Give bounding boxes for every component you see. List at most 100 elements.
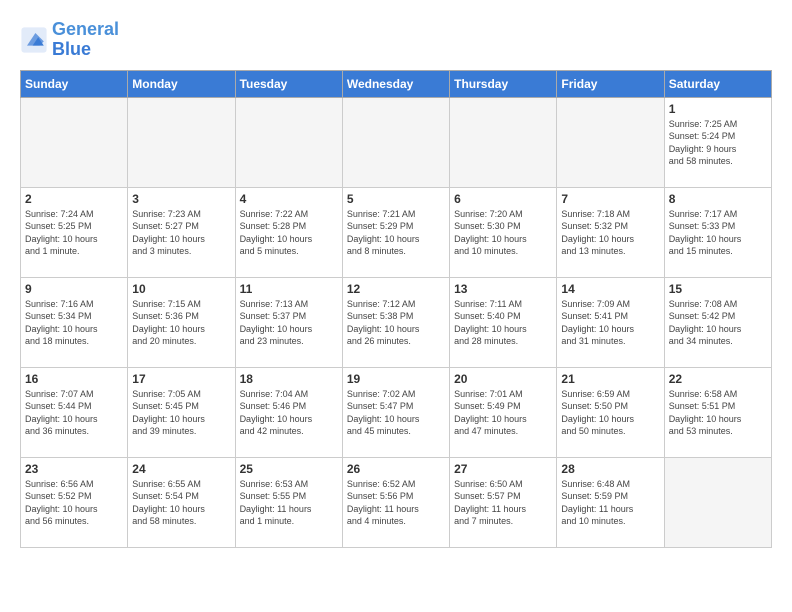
day-number: 12 [347, 282, 445, 296]
day-info: Sunrise: 6:55 AM Sunset: 5:54 PM Dayligh… [132, 478, 230, 528]
calendar-cell: 1 Sunrise: 7:25 AM Sunset: 5:24 PM Daylig… [664, 97, 771, 187]
day-number: 24 [132, 462, 230, 476]
day-number: 11 [240, 282, 338, 296]
weekday-header-thursday: Thursday [450, 70, 557, 97]
day-info: Sunrise: 7:01 AM Sunset: 5:49 PM Dayligh… [454, 388, 552, 438]
calendar-cell: 8 Sunrise: 7:17 AM Sunset: 5:33 PM Daylig… [664, 187, 771, 277]
day-info: Sunrise: 7:04 AM Sunset: 5:46 PM Dayligh… [240, 388, 338, 438]
logo-icon [20, 26, 48, 54]
day-info: Sunrise: 7:17 AM Sunset: 5:33 PM Dayligh… [669, 208, 767, 258]
calendar-cell: 25 Sunrise: 6:53 AM Sunset: 5:55 PM Dayli… [235, 457, 342, 547]
day-info: Sunrise: 6:56 AM Sunset: 5:52 PM Dayligh… [25, 478, 123, 528]
calendar-cell: 18 Sunrise: 7:04 AM Sunset: 5:46 PM Dayli… [235, 367, 342, 457]
day-number: 22 [669, 372, 767, 386]
weekday-header-wednesday: Wednesday [342, 70, 449, 97]
day-number: 7 [561, 192, 659, 206]
calendar-cell: 17 Sunrise: 7:05 AM Sunset: 5:45 PM Dayli… [128, 367, 235, 457]
calendar-cell [450, 97, 557, 187]
day-info: Sunrise: 7:11 AM Sunset: 5:40 PM Dayligh… [454, 298, 552, 348]
calendar-cell: 24 Sunrise: 6:55 AM Sunset: 5:54 PM Dayli… [128, 457, 235, 547]
day-number: 18 [240, 372, 338, 386]
day-info: Sunrise: 6:53 AM Sunset: 5:55 PM Dayligh… [240, 478, 338, 528]
weekday-header-friday: Friday [557, 70, 664, 97]
calendar-cell: 5Sunrise: 7:21 AM Sunset: 5:29 PM Daylig… [342, 187, 449, 277]
day-info: Sunrise: 7:09 AM Sunset: 5:41 PM Dayligh… [561, 298, 659, 348]
day-info: Sunrise: 7:24 AM Sunset: 5:25 PM Dayligh… [25, 208, 123, 258]
calendar-cell: 11 Sunrise: 7:13 AM Sunset: 5:37 PM Dayli… [235, 277, 342, 367]
day-number: 23 [25, 462, 123, 476]
day-info: Sunrise: 7:16 AM Sunset: 5:34 PM Dayligh… [25, 298, 123, 348]
day-info: Sunrise: 7:25 AM Sunset: 5:24 PM Dayligh… [669, 118, 767, 168]
day-number: 20 [454, 372, 552, 386]
calendar-cell: 9 Sunrise: 7:16 AM Sunset: 5:34 PM Daylig… [21, 277, 128, 367]
calendar-cell: 26 Sunrise: 6:52 AM Sunset: 5:56 PM Dayli… [342, 457, 449, 547]
day-info: Sunrise: 6:59 AM Sunset: 5:50 PM Dayligh… [561, 388, 659, 438]
day-number: 1 [669, 102, 767, 116]
day-number: 26 [347, 462, 445, 476]
calendar-cell: 14 Sunrise: 7:09 AM Sunset: 5:41 PM Dayli… [557, 277, 664, 367]
day-info: Sunrise: 7:05 AM Sunset: 5:45 PM Dayligh… [132, 388, 230, 438]
day-info: Sunrise: 7:02 AM Sunset: 5:47 PM Dayligh… [347, 388, 445, 438]
day-info: Sunrise: 6:52 AM Sunset: 5:56 PM Dayligh… [347, 478, 445, 528]
day-info: Sunrise: 6:48 AM Sunset: 5:59 PM Dayligh… [561, 478, 659, 528]
calendar-week-3: 16Sunrise: 7:07 AM Sunset: 5:44 PM Dayli… [21, 367, 772, 457]
weekday-header-sunday: Sunday [21, 70, 128, 97]
calendar-cell: 13 Sunrise: 7:11 AM Sunset: 5:40 PM Dayli… [450, 277, 557, 367]
calendar-cell [557, 97, 664, 187]
day-number: 4 [240, 192, 338, 206]
calendar-cell: 27Sunrise: 6:50 AM Sunset: 5:57 PM Dayli… [450, 457, 557, 547]
calendar-week-2: 9 Sunrise: 7:16 AM Sunset: 5:34 PM Daylig… [21, 277, 772, 367]
weekday-header-saturday: Saturday [664, 70, 771, 97]
calendar-cell [664, 457, 771, 547]
page-header: General Blue [20, 20, 772, 60]
day-number: 21 [561, 372, 659, 386]
day-number: 28 [561, 462, 659, 476]
calendar-cell [128, 97, 235, 187]
calendar-table: SundayMondayTuesdayWednesdayThursdayFrid… [20, 70, 772, 548]
calendar-cell: 2 Sunrise: 7:24 AM Sunset: 5:25 PM Daylig… [21, 187, 128, 277]
calendar-cell: 16Sunrise: 7:07 AM Sunset: 5:44 PM Dayli… [21, 367, 128, 457]
calendar-cell: 7 Sunrise: 7:18 AM Sunset: 5:32 PM Daylig… [557, 187, 664, 277]
calendar-week-1: 2 Sunrise: 7:24 AM Sunset: 5:25 PM Daylig… [21, 187, 772, 277]
day-number: 3 [132, 192, 230, 206]
day-number: 13 [454, 282, 552, 296]
calendar-week-0: 1 Sunrise: 7:25 AM Sunset: 5:24 PM Daylig… [21, 97, 772, 187]
day-info: Sunrise: 7:21 AM Sunset: 5:29 PM Dayligh… [347, 208, 445, 258]
calendar-week-4: 23 Sunrise: 6:56 AM Sunset: 5:52 PM Dayli… [21, 457, 772, 547]
logo-text: General Blue [52, 20, 119, 60]
calendar-cell [21, 97, 128, 187]
day-info: Sunrise: 7:08 AM Sunset: 5:42 PM Dayligh… [669, 298, 767, 348]
day-number: 6 [454, 192, 552, 206]
calendar-cell: 12 Sunrise: 7:12 AM Sunset: 5:38 PM Dayli… [342, 277, 449, 367]
day-number: 17 [132, 372, 230, 386]
day-info: Sunrise: 7:20 AM Sunset: 5:30 PM Dayligh… [454, 208, 552, 258]
day-number: 9 [25, 282, 123, 296]
day-info: Sunrise: 7:22 AM Sunset: 5:28 PM Dayligh… [240, 208, 338, 258]
calendar-cell: 3 Sunrise: 7:23 AM Sunset: 5:27 PM Daylig… [128, 187, 235, 277]
day-number: 27 [454, 462, 552, 476]
logo: General Blue [20, 20, 119, 60]
calendar-cell: 21 Sunrise: 6:59 AM Sunset: 5:50 PM Dayli… [557, 367, 664, 457]
day-info: Sunrise: 7:18 AM Sunset: 5:32 PM Dayligh… [561, 208, 659, 258]
day-number: 16 [25, 372, 123, 386]
calendar-cell: 23 Sunrise: 6:56 AM Sunset: 5:52 PM Dayli… [21, 457, 128, 547]
calendar-cell [342, 97, 449, 187]
day-number: 25 [240, 462, 338, 476]
day-info: Sunrise: 7:12 AM Sunset: 5:38 PM Dayligh… [347, 298, 445, 348]
day-number: 2 [25, 192, 123, 206]
calendar-cell: 28 Sunrise: 6:48 AM Sunset: 5:59 PM Dayli… [557, 457, 664, 547]
calendar-cell [235, 97, 342, 187]
calendar-cell: 20 Sunrise: 7:01 AM Sunset: 5:49 PM Dayli… [450, 367, 557, 457]
day-number: 8 [669, 192, 767, 206]
weekday-header-monday: Monday [128, 70, 235, 97]
calendar-cell: 4 Sunrise: 7:22 AM Sunset: 5:28 PM Daylig… [235, 187, 342, 277]
day-info: Sunrise: 7:23 AM Sunset: 5:27 PM Dayligh… [132, 208, 230, 258]
weekday-header-tuesday: Tuesday [235, 70, 342, 97]
calendar-cell: 22 Sunrise: 6:58 AM Sunset: 5:51 PM Dayli… [664, 367, 771, 457]
day-info: Sunrise: 7:15 AM Sunset: 5:36 PM Dayligh… [132, 298, 230, 348]
day-number: 14 [561, 282, 659, 296]
day-number: 19 [347, 372, 445, 386]
calendar-cell: 19 Sunrise: 7:02 AM Sunset: 5:47 PM Dayli… [342, 367, 449, 457]
day-info: Sunrise: 6:58 AM Sunset: 5:51 PM Dayligh… [669, 388, 767, 438]
day-info: Sunrise: 7:13 AM Sunset: 5:37 PM Dayligh… [240, 298, 338, 348]
